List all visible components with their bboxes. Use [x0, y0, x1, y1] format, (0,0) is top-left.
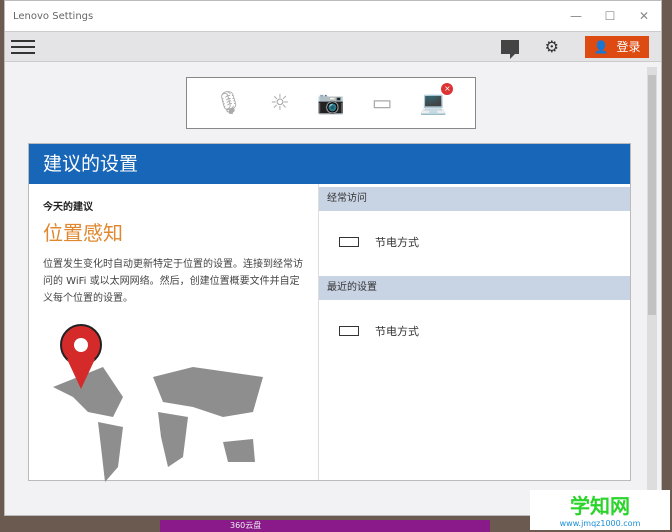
display-icon[interactable]: ▭: [372, 91, 393, 116]
brightness-icon[interactable]: ☼: [270, 91, 290, 116]
login-button[interactable]: 👤 登录: [585, 35, 649, 58]
close-button[interactable]: ✕: [627, 9, 661, 23]
maximize-button[interactable]: ☐: [593, 9, 627, 23]
feedback-icon[interactable]: [500, 39, 519, 59]
watermark-name: 学知网: [570, 494, 630, 518]
wifi-laptop-icon[interactable]: 💻 ×: [420, 82, 454, 116]
hamburger-menu-icon[interactable]: [11, 39, 35, 54]
frequent-item-power-mode[interactable]: 节电方式: [319, 211, 630, 273]
battery-icon: [339, 237, 359, 247]
minimize-button[interactable]: —: [559, 9, 593, 23]
title-bar: Lenovo Settings — ☐ ✕: [5, 1, 661, 32]
battery-icon: [339, 326, 359, 336]
panel-title: 建议的设置: [29, 144, 630, 184]
feature-title[interactable]: 位置感知: [43, 217, 304, 246]
error-badge-icon: ×: [441, 82, 454, 95]
feature-description: 位置发生变化时自动更新特定于位置的设置。连接到经常访问的 WiFi 或以太网网络…: [43, 259, 303, 304]
recent-section-header: 最近的设置: [319, 276, 630, 300]
taskbar-item[interactable]: 360云盘: [160, 520, 490, 532]
frequent-section-header: 经常访问: [319, 187, 630, 211]
user-icon: 👤: [593, 39, 609, 54]
gear-icon[interactable]: ⚙: [545, 37, 559, 56]
suggested-settings-panel: 建议的设置 今天的建议 位置感知 位置发生变化时自动更新特定于位置的设置。连接到…: [28, 143, 631, 482]
item-label: 节电方式: [375, 236, 419, 249]
toolbar: ⚙ 👤 登录: [5, 32, 661, 62]
watermark: 学知网 www.jmqz1000.com: [530, 490, 670, 530]
watermark-url: www.jmqz1000.com: [559, 519, 641, 528]
camera-icon[interactable]: 📷: [317, 91, 344, 116]
item-label: 节电方式: [375, 325, 419, 338]
recent-item-power-mode[interactable]: 节电方式: [319, 300, 630, 362]
today-suggestion-label: 今天的建议: [43, 202, 93, 213]
microphone-icon[interactable]: 🎙: [215, 91, 243, 116]
world-map-image: [53, 324, 263, 482]
scrollbar-thumb[interactable]: [648, 75, 656, 315]
quick-settings-strip: 🎙 ☼ 📷 ▭ 💻 ×: [186, 77, 476, 129]
login-label: 登录: [616, 40, 641, 54]
window-title: Lenovo Settings: [13, 10, 94, 22]
scrollbar[interactable]: [647, 67, 657, 497]
